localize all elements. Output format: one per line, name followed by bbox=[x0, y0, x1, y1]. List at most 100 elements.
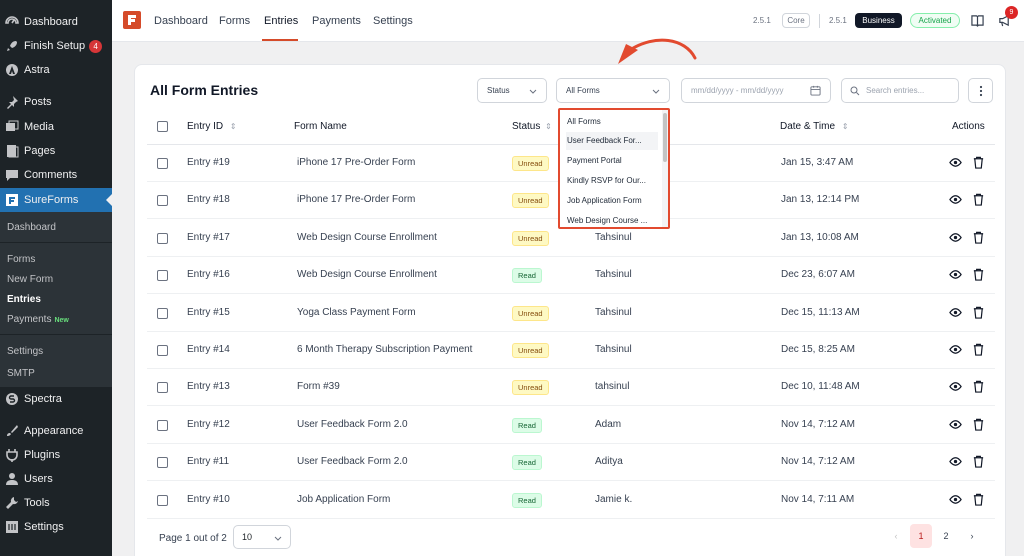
eye-icon[interactable] bbox=[949, 343, 962, 356]
sidebar-item-posts[interactable]: Posts bbox=[0, 91, 112, 113]
table-row[interactable]: Entry #14 6 Month Therapy Subscription Pa… bbox=[147, 332, 995, 369]
entry-id[interactable]: Entry #13 bbox=[187, 381, 230, 392]
trash-icon[interactable] bbox=[972, 418, 985, 431]
sidebar-item-tools[interactable]: Tools bbox=[0, 492, 112, 514]
header-date-time[interactable]: Date & Time ⇕ bbox=[780, 121, 849, 132]
sidebar-item-pages[interactable]: Pages bbox=[0, 140, 112, 162]
sidebar-item-finish-setup[interactable]: Finish Setup 4 bbox=[0, 35, 112, 57]
row-checkbox[interactable] bbox=[157, 345, 168, 356]
form-filter-select[interactable]: All Forms bbox=[556, 78, 670, 103]
trash-icon[interactable] bbox=[972, 306, 985, 319]
nav-settings[interactable]: Settings bbox=[373, 15, 413, 27]
row-checkbox[interactable] bbox=[157, 457, 168, 469]
table-row[interactable]: Entry #15 Yoga Class Payment Form Unread Ta… bbox=[147, 295, 995, 332]
nav-entries[interactable]: Entries bbox=[264, 15, 298, 27]
nav-dashboard[interactable]: Dashboard bbox=[154, 15, 208, 27]
entry-id[interactable]: Entry #17 bbox=[187, 232, 230, 243]
eye-icon[interactable] bbox=[949, 418, 962, 431]
entry-id[interactable]: Entry #18 bbox=[187, 194, 230, 205]
sidebar-item-astra[interactable]: Astra bbox=[0, 59, 112, 81]
submenu-new-form[interactable]: New Form bbox=[7, 274, 53, 285]
date-range-input[interactable]: mm/dd/yyyy - mm/dd/yyyy bbox=[681, 78, 831, 103]
next-page-button[interactable]: › bbox=[961, 524, 983, 548]
dropdown-option[interactable]: User Feedback For... bbox=[566, 131, 658, 150]
entry-id[interactable]: Entry #16 bbox=[187, 269, 230, 280]
submenu-dashboard[interactable]: Dashboard bbox=[7, 222, 56, 233]
status-filter-select[interactable]: Status bbox=[477, 78, 547, 103]
eye-icon[interactable] bbox=[949, 380, 962, 393]
submenu-forms[interactable]: Forms bbox=[7, 254, 35, 265]
sidebar-item-appearance[interactable]: Appearance bbox=[0, 420, 112, 442]
entry-id[interactable]: Entry #14 bbox=[187, 344, 230, 355]
page-1-button[interactable]: 1 bbox=[910, 524, 932, 548]
entry-id[interactable]: Entry #10 bbox=[187, 494, 230, 505]
sidebar-item-dashboard[interactable]: Dashboard bbox=[0, 11, 112, 33]
trash-icon[interactable] bbox=[972, 493, 985, 506]
trash-icon[interactable] bbox=[972, 231, 985, 244]
header-entry-id[interactable]: Entry ID ⇕ bbox=[187, 121, 237, 132]
page-2-button[interactable]: 2 bbox=[935, 524, 957, 548]
entry-date: Nov 14, 7:11 AM bbox=[781, 493, 855, 505]
eye-icon[interactable] bbox=[949, 455, 962, 468]
row-checkbox[interactable] bbox=[157, 419, 168, 431]
submenu-entries[interactable]: Entries bbox=[7, 294, 41, 305]
dropdown-option[interactable]: All Forms bbox=[566, 112, 658, 130]
nav-forms[interactable]: Forms bbox=[219, 15, 250, 27]
sidebar-item-users[interactable]: Users bbox=[0, 468, 112, 490]
nav-payments[interactable]: Payments bbox=[312, 15, 361, 27]
row-checkbox[interactable] bbox=[157, 494, 168, 506]
trash-icon[interactable] bbox=[972, 156, 985, 169]
trash-icon[interactable] bbox=[972, 193, 985, 207]
table-row[interactable]: Entry #11 User Feedback Form 2.0 Read Adity… bbox=[147, 444, 995, 482]
eye-icon[interactable] bbox=[949, 156, 962, 169]
dropdown-scroll-thumb[interactable] bbox=[663, 113, 667, 162]
entry-id[interactable]: Entry #11 bbox=[187, 456, 229, 467]
eye-icon[interactable] bbox=[949, 306, 962, 319]
entry-id[interactable]: Entry #15 bbox=[187, 307, 230, 318]
sidebar-item-spectra[interactable]: Spectra bbox=[0, 388, 112, 410]
trash-icon[interactable] bbox=[972, 455, 985, 468]
per-page-select[interactable]: 10 bbox=[233, 525, 291, 549]
select-all-checkbox[interactable] bbox=[157, 121, 168, 132]
row-checkbox[interactable] bbox=[157, 270, 168, 282]
trash-icon[interactable] bbox=[972, 268, 985, 281]
header-status[interactable]: Status ⇕ bbox=[512, 121, 552, 132]
sidebar-item-media[interactable]: Media bbox=[0, 116, 112, 138]
table-row[interactable]: Entry #10 Job Application Form Read Jamie k… bbox=[147, 482, 995, 519]
sidebar-item-settings[interactable]: Settings bbox=[0, 516, 112, 538]
eye-icon[interactable] bbox=[949, 268, 962, 281]
dropdown-option[interactable]: Payment Portal bbox=[566, 152, 658, 170]
book-icon[interactable] bbox=[971, 14, 984, 32]
row-checkbox[interactable] bbox=[157, 307, 168, 319]
dropdown-option[interactable]: Web Design Course ... bbox=[566, 211, 658, 229]
dropdown-option[interactable]: Job Application Form bbox=[566, 191, 658, 209]
trash-icon[interactable] bbox=[972, 343, 985, 356]
row-checkbox[interactable] bbox=[157, 232, 168, 244]
more-options-button[interactable] bbox=[968, 78, 993, 103]
row-checkbox[interactable] bbox=[157, 195, 168, 207]
eye-icon[interactable] bbox=[949, 193, 962, 206]
search-input[interactable]: Search entries... bbox=[841, 78, 959, 103]
row-checkbox[interactable] bbox=[157, 158, 168, 169]
row-checkbox[interactable] bbox=[157, 382, 168, 394]
eye-icon[interactable] bbox=[949, 493, 962, 506]
submenu-settings[interactable]: Settings bbox=[7, 346, 43, 357]
submenu-payments[interactable]: Payments New bbox=[7, 314, 69, 325]
core-version: 2.5.1 bbox=[753, 16, 771, 25]
submenu-smtp[interactable]: SMTP bbox=[7, 368, 35, 379]
calendar-icon bbox=[810, 85, 821, 96]
dropdown-option[interactable]: Kindly RSVP for Our... bbox=[566, 171, 658, 189]
sidebar-item-comments[interactable]: Comments bbox=[0, 164, 112, 186]
eye-icon[interactable] bbox=[949, 231, 962, 244]
entry-id[interactable]: Entry #19 bbox=[187, 157, 230, 168]
table-row[interactable]: Entry #12 User Feedback Form 2.0 Read Adam N… bbox=[147, 407, 995, 444]
entry-id[interactable]: Entry #12 bbox=[187, 419, 230, 430]
table-row[interactable]: Entry #13 Form #39 Unread tahsinul Dec 10, 1… bbox=[147, 369, 995, 407]
sureforms-logo[interactable] bbox=[123, 11, 141, 29]
prev-page-button[interactable]: ‹ bbox=[885, 524, 907, 548]
trash-icon[interactable] bbox=[972, 380, 985, 394]
form-name: User Feedback Form 2.0 bbox=[297, 456, 408, 468]
sidebar-item-plugins[interactable]: Plugins bbox=[0, 444, 112, 466]
sidebar-item-sureforms[interactable]: SureForms bbox=[0, 188, 112, 212]
table-row[interactable]: Entry #16 Web Design Course Enrollment Rea… bbox=[147, 257, 995, 295]
